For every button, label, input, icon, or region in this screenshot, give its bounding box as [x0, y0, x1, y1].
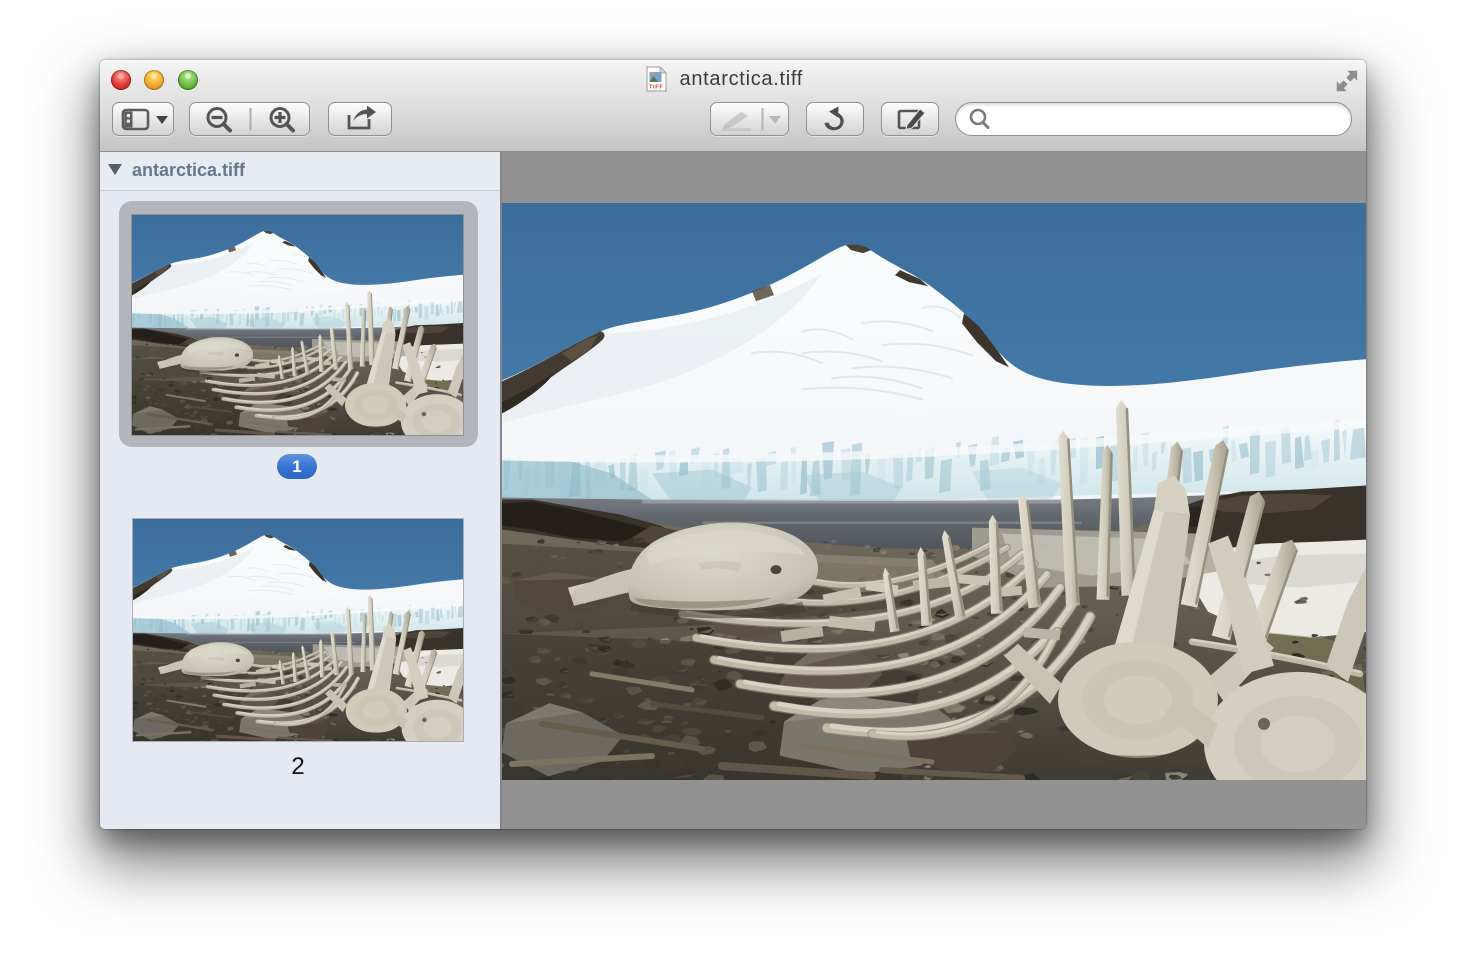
svg-text:TIFF: TIFF	[649, 85, 663, 91]
